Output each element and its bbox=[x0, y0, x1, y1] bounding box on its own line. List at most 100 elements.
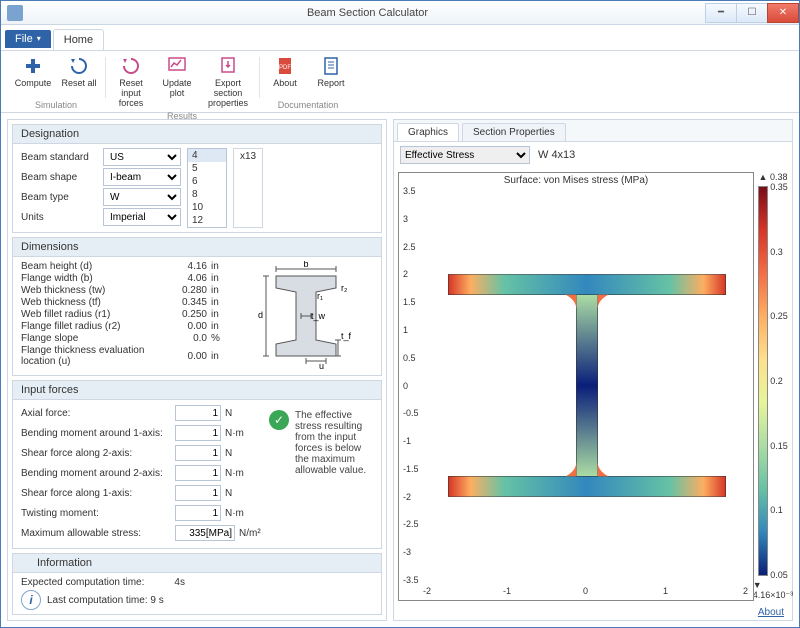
graph-toolbar: Effective Stress W 4x13 bbox=[394, 142, 792, 168]
content: Designation Beam standard US Beam shape I-… bbox=[1, 113, 799, 627]
dim-label: Web thickness (tw) bbox=[21, 285, 171, 296]
section-diagram: b d r₁ r₂ t_w t_f u bbox=[239, 261, 373, 371]
reset-icon bbox=[68, 55, 90, 77]
dim-value: 0.00 bbox=[171, 351, 207, 362]
tab-section-properties[interactable]: Section Properties bbox=[462, 123, 566, 141]
ok-icon: ✓ bbox=[269, 410, 289, 430]
designation-section: Designation Beam standard US Beam shape I-… bbox=[12, 124, 382, 233]
label-beam-shape: Beam shape bbox=[21, 172, 99, 183]
export-button[interactable]: Export section properties bbox=[201, 53, 255, 111]
file-menu[interactable]: File bbox=[5, 30, 51, 48]
dim-label: Flange thickness evaluation location (u) bbox=[21, 345, 171, 367]
svg-text:PDF: PDF bbox=[279, 65, 291, 71]
compute-button[interactable]: Compute bbox=[11, 53, 55, 91]
designation-header: Designation bbox=[13, 125, 381, 144]
app-icon bbox=[7, 5, 23, 21]
tab-home[interactable]: Home bbox=[53, 29, 104, 50]
dim-label: Beam height (d) bbox=[21, 261, 171, 272]
force-label: Twisting moment: bbox=[21, 508, 171, 519]
pdf-icon: PDF bbox=[274, 55, 296, 77]
ribbon-group-simulation: Compute Reset all Simulation bbox=[7, 53, 105, 112]
svg-text:d: d bbox=[258, 310, 263, 320]
svg-text:r₁: r₁ bbox=[317, 291, 323, 301]
force-input[interactable] bbox=[175, 485, 221, 501]
beam-standard-select[interactable]: US bbox=[103, 148, 181, 166]
force-label: Shear force along 2-axis: bbox=[21, 448, 171, 459]
report-button[interactable]: Report bbox=[309, 53, 353, 91]
dim-label: Flange slope bbox=[21, 333, 171, 344]
titlebar: Beam Section Calculator ━ ☐ ✕ bbox=[1, 1, 799, 25]
graphics-tabs: Graphics Section Properties bbox=[394, 120, 792, 142]
plot-type-select[interactable]: Effective Stress bbox=[400, 146, 530, 164]
reset-all-button[interactable]: Reset all bbox=[57, 53, 101, 91]
svg-text:r₂: r₂ bbox=[341, 283, 348, 293]
dimensions-section: Dimensions Beam height (d)4.16inFlange w… bbox=[12, 237, 382, 376]
force-input[interactable] bbox=[175, 425, 221, 441]
left-pane: Designation Beam standard US Beam shape I-… bbox=[7, 119, 387, 621]
forces-section: Input forces Axial force:NBending moment… bbox=[12, 380, 382, 549]
svg-text:t_f: t_f bbox=[341, 331, 352, 341]
label-beam-type: Beam type bbox=[21, 192, 99, 203]
dim-label: Flange width (b) bbox=[21, 273, 171, 284]
dim-value: 0.345 bbox=[171, 297, 207, 308]
window-title: Beam Section Calculator bbox=[29, 7, 706, 19]
force-input[interactable] bbox=[175, 465, 221, 481]
forces-header: Input forces bbox=[13, 381, 381, 400]
right-pane: Graphics Section Properties Effective St… bbox=[393, 119, 793, 621]
close-button[interactable]: ✕ bbox=[767, 3, 799, 23]
svg-text:u: u bbox=[319, 361, 324, 371]
force-label: Shear force along 1-axis: bbox=[21, 488, 171, 499]
graph-area: Surface: von Mises stress (MPa) bbox=[394, 168, 792, 605]
size-listbox[interactable]: 4568101214 bbox=[187, 148, 227, 228]
force-label: Axial force: bbox=[21, 408, 171, 419]
ribbon-group-documentation: PDF About Report Documentation bbox=[259, 53, 357, 112]
minimize-button[interactable]: ━ bbox=[705, 3, 737, 23]
beam-type-select[interactable]: W bbox=[103, 188, 181, 206]
update-plot-button[interactable]: Update plot bbox=[155, 53, 199, 111]
info-icon: i bbox=[21, 590, 41, 610]
app-window: Beam Section Calculator ━ ☐ ✕ File Home … bbox=[0, 0, 800, 628]
colorbar: ▲ 0.38 0.350.30.250.20.150.10.05 ▼ 4.16×… bbox=[758, 172, 788, 601]
dim-label: Web fillet radius (r1) bbox=[21, 309, 171, 320]
report-icon bbox=[320, 55, 342, 77]
section-id-label: W 4x13 bbox=[538, 149, 575, 161]
about-button[interactable]: PDF About bbox=[263, 53, 307, 91]
colorbar-gradient bbox=[758, 186, 768, 576]
force-input[interactable] bbox=[175, 405, 221, 421]
ribbon: Compute Reset all Simulation Reset input… bbox=[1, 51, 799, 113]
about-link[interactable]: About bbox=[394, 605, 792, 620]
dim-label: Web thickness (tf) bbox=[21, 297, 171, 308]
dim-value: 0.250 bbox=[171, 309, 207, 320]
dim-value: 0.280 bbox=[171, 285, 207, 296]
maximize-button[interactable]: ☐ bbox=[736, 3, 768, 23]
force-label: Bending moment around 1-axis: bbox=[21, 428, 171, 439]
force-input[interactable] bbox=[175, 445, 221, 461]
reset-forces-icon bbox=[120, 55, 142, 77]
force-label: Bending moment around 2-axis: bbox=[21, 468, 171, 479]
variant-label: x13 bbox=[233, 148, 263, 228]
force-input[interactable] bbox=[175, 525, 235, 541]
reset-forces-button[interactable]: Reset input forces bbox=[109, 53, 153, 111]
information-section: Information Expected computation time:4s… bbox=[12, 553, 382, 615]
stress-plot[interactable]: Surface: von Mises stress (MPa) bbox=[398, 172, 754, 601]
beam-shape-select[interactable]: I-beam bbox=[103, 168, 181, 186]
dim-value: 0.0 bbox=[171, 333, 207, 344]
force-input[interactable] bbox=[175, 505, 221, 521]
ribbon-group-results: Reset input forces Update plot Export se… bbox=[105, 53, 259, 112]
tab-graphics[interactable]: Graphics bbox=[397, 123, 459, 141]
information-header: Information bbox=[13, 554, 381, 573]
export-icon bbox=[217, 55, 239, 77]
units-select[interactable]: Imperial bbox=[103, 208, 181, 226]
dim-value: 4.16 bbox=[171, 261, 207, 272]
forces-status: ✓ The effective stress resulting from th… bbox=[269, 404, 373, 544]
label-beam-standard: Beam standard bbox=[21, 152, 99, 163]
update-plot-icon bbox=[166, 55, 188, 77]
label-units: Units bbox=[21, 212, 99, 223]
dim-value: 4.06 bbox=[171, 273, 207, 284]
svg-text:b: b bbox=[303, 261, 308, 269]
dim-value: 0.00 bbox=[171, 321, 207, 332]
svg-text:t_w: t_w bbox=[311, 311, 326, 321]
dim-label: Flange fillet radius (r2) bbox=[21, 321, 171, 332]
force-label: Maximum allowable stress: bbox=[21, 528, 171, 539]
compute-icon bbox=[22, 55, 44, 77]
